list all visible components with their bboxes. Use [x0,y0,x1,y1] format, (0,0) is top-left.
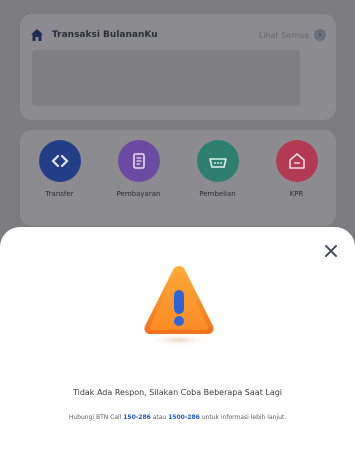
help-text: Hubungi BTN Call 150-286 atau 1500-286 u… [60,411,295,424]
call-center-number-alt: 1500-286 [168,414,200,421]
error-bottom-sheet: Tidak Ada Respon, Silakan Coba Beberapa … [0,227,355,473]
chevron-right-icon: › [314,29,326,41]
menu-item-label: KPR [289,190,304,198]
shopping-basket-icon [196,140,239,182]
menu-item-label: Pembelian [199,190,236,198]
home-icon [31,29,43,41]
menu-item-label: Pembayaran [116,190,161,198]
help-text-middle: atau [150,414,169,421]
help-text-prefix: Hubungi BTN Call [68,414,124,421]
menu-item-kpr[interactable]: KPR [267,140,327,198]
monthly-transactions-card: Transaksi BulananKu Lihat Semua › [20,14,336,120]
home-loan-icon [275,140,318,182]
menu-item-transfer[interactable]: Transfer [30,140,90,198]
monthly-transactions-title: Transaksi BulananKu [52,30,158,40]
help-text-suffix: untuk informasi lebih lanjut. [199,414,287,421]
monthly-transactions-placeholder [32,50,300,106]
menu-item-pembelian[interactable]: Pembelian [188,140,248,198]
see-all-label: Lihat Semua [258,30,309,40]
close-button[interactable] [321,241,341,261]
see-all-link[interactable]: Lihat Semua › [259,29,326,41]
error-message: Tidak Ada Respon, Silakan Coba Beberapa … [72,388,283,397]
menu-item-label: Transfer [45,190,74,198]
quick-menu-card: Transfer Pembayaran Pembelian KPR [20,130,336,226]
call-center-number: 150-286 [123,414,151,421]
warning-icon [144,266,214,346]
receipt-icon [117,140,160,182]
close-icon [325,245,337,257]
transfer-icon [38,140,81,182]
menu-item-pembayaran[interactable]: Pembayaran [109,140,169,198]
monthly-transactions-header: Transaksi BulananKu Lihat Semua › [30,24,326,46]
